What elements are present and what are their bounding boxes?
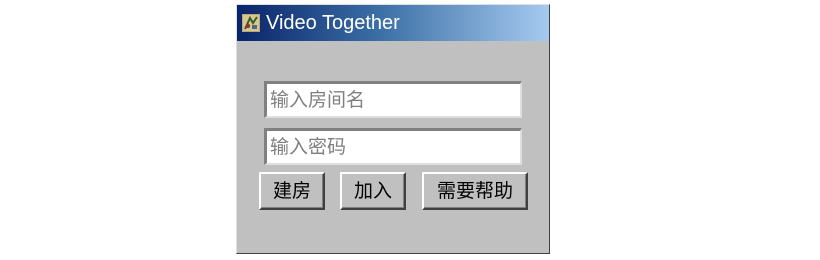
app-icon bbox=[242, 14, 260, 32]
video-together-window: Video Together 建房 加入 需要帮助 bbox=[236, 4, 550, 254]
join-room-button[interactable]: 加入 bbox=[340, 172, 406, 210]
help-button[interactable]: 需要帮助 bbox=[422, 172, 528, 210]
create-room-button[interactable]: 建房 bbox=[259, 172, 325, 210]
title-bar[interactable]: Video Together bbox=[237, 5, 549, 41]
window-title: Video Together bbox=[266, 12, 400, 34]
password-input[interactable] bbox=[264, 128, 522, 165]
room-name-input[interactable] bbox=[264, 81, 522, 118]
